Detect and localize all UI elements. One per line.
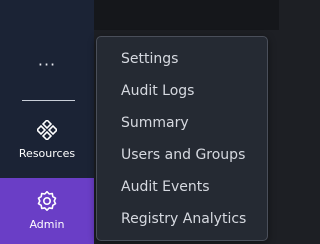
sidebar-item-label: Admin	[29, 218, 65, 231]
sidebar-divider	[22, 100, 75, 101]
resources-icon	[37, 120, 57, 140]
menu-item-audit-events[interactable]: Audit Events	[97, 171, 267, 203]
admin-dropdown-menu: Settings Audit Logs Summary Users and Gr…	[96, 36, 268, 241]
menu-item-users-and-groups[interactable]: Users and Groups	[97, 139, 267, 171]
more-button[interactable]: ···	[0, 44, 94, 84]
menu-item-registry-analytics[interactable]: Registry Analytics	[97, 203, 267, 235]
menu-item-audit-logs[interactable]: Audit Logs	[97, 75, 267, 107]
sidebar-item-resources[interactable]: Resources	[0, 109, 94, 171]
sidebar-item-label: Resources	[18, 147, 76, 160]
sidebar: ··· Resources Admin	[0, 0, 94, 244]
menu-item-summary[interactable]: Summary	[97, 107, 267, 139]
menu-item-settings[interactable]: Settings	[97, 43, 267, 75]
gear-icon	[37, 191, 57, 211]
top-strip	[94, 0, 279, 30]
sidebar-item-admin[interactable]: Admin	[0, 178, 94, 244]
